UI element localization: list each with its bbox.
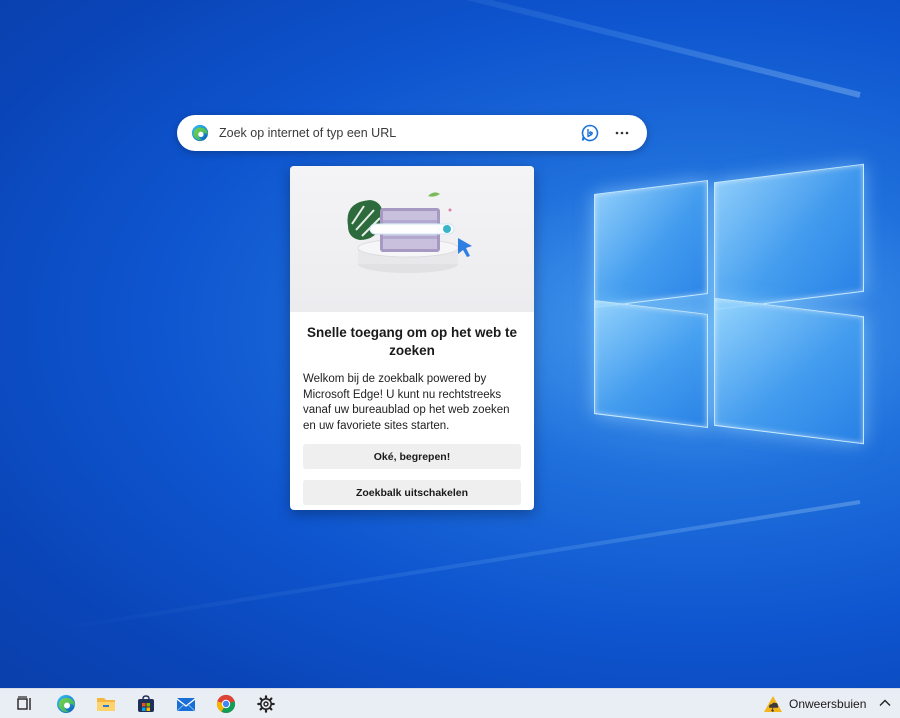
- chevron-up-icon[interactable]: [878, 696, 892, 710]
- disable-search-bar-button[interactable]: Zoekbalk uitschakelen: [303, 480, 521, 505]
- desktop: Snelle toegang om op het web te zoeken W…: [0, 0, 900, 718]
- taskbar-edge-button[interactable]: [55, 694, 77, 714]
- search-input[interactable]: [219, 126, 571, 140]
- task-view-button[interactable]: [14, 694, 36, 714]
- more-options-button[interactable]: [609, 120, 635, 146]
- weather-widget[interactable]: Onweersbuien: [763, 693, 866, 715]
- bing-chat-button[interactable]: [577, 120, 603, 146]
- logo-pane: [594, 180, 708, 308]
- settings-button[interactable]: [255, 694, 277, 714]
- logo-pane: [714, 297, 864, 445]
- taskbar: Onweersbuien: [0, 688, 900, 718]
- chrome-icon: [216, 694, 236, 714]
- illustration: [290, 166, 534, 312]
- search-bar-intro-popup: Snelle toegang om op het web te zoeken W…: [290, 166, 534, 510]
- edge-search-bar[interactable]: [177, 115, 647, 151]
- store-icon: [138, 695, 154, 712]
- popup-title: Snelle toegang om op het web te zoeken: [306, 325, 518, 358]
- bing-chat-icon: [581, 124, 599, 142]
- weather-label: Onweersbuien: [789, 697, 867, 711]
- settings-icon: [257, 695, 275, 713]
- ok-got-it-button[interactable]: Oké, begrepen!: [303, 444, 521, 469]
- chrome-button[interactable]: [215, 694, 237, 714]
- edge-icon: [191, 124, 209, 142]
- light-beam: [49, 500, 861, 633]
- storm-warning-icon: [764, 696, 782, 713]
- logo-pane: [594, 300, 708, 428]
- more-options-icon: [615, 131, 629, 135]
- mail-button[interactable]: [175, 694, 197, 714]
- mail-icon: [176, 698, 196, 712]
- light-beam: [296, 0, 861, 98]
- windows-logo-wallpaper: [594, 163, 864, 445]
- logo-pane: [714, 163, 864, 311]
- file-explorer-icon: [97, 698, 115, 711]
- illustration-graphic: [347, 192, 472, 273]
- task-view-icon: [17, 696, 31, 710]
- store-button[interactable]: [135, 694, 157, 714]
- edge-icon: [57, 695, 75, 713]
- file-explorer-button[interactable]: [95, 694, 117, 714]
- popup-body: Welkom bij de zoekbalk powered by Micros…: [303, 373, 510, 432]
